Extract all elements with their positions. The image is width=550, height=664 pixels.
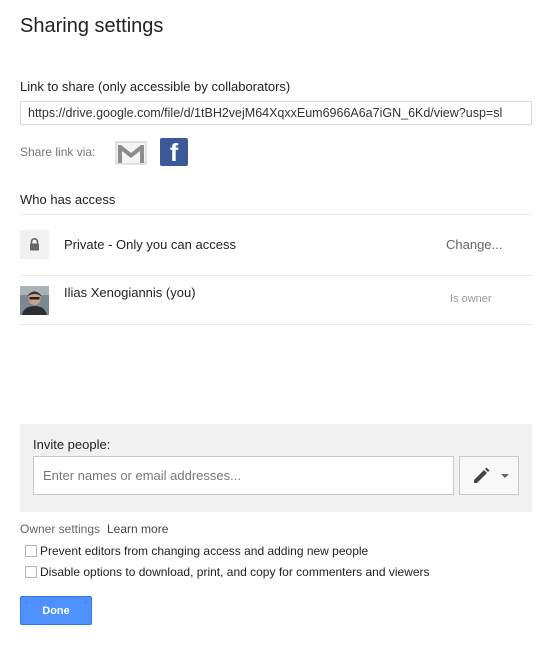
learn-more-link[interactable]: Learn more — [107, 522, 168, 536]
divider — [20, 324, 532, 325]
done-button[interactable]: Done — [20, 596, 92, 625]
permission-dropdown-button[interactable] — [459, 456, 519, 495]
gmail-icon[interactable] — [115, 140, 147, 166]
divider — [20, 275, 532, 276]
lock-icon — [20, 230, 49, 259]
facebook-glyph: f — [169, 139, 179, 167]
chevron-down-icon — [501, 474, 509, 478]
owner-role: Is owner — [450, 293, 492, 305]
pencil-icon — [474, 467, 490, 483]
change-access-link[interactable]: Change... — [446, 237, 502, 252]
prevent-editors-label: Prevent editors from changing access and… — [40, 544, 369, 558]
access-level-text: Private - Only you can access — [64, 237, 236, 252]
disable-download-label: Disable options to download, print, and … — [40, 565, 430, 579]
owner-name: Ilias Xenogiannis (you) — [64, 285, 196, 300]
invite-label: Invite people: — [33, 437, 111, 452]
dialog-title: Sharing settings — [20, 15, 164, 37]
prevent-editors-checkbox[interactable] — [25, 545, 37, 557]
who-has-access-label: Who has access — [20, 192, 116, 207]
facebook-icon[interactable]: f — [160, 138, 188, 167]
divider — [20, 214, 532, 215]
link-label: Link to share (only accessible by collab… — [20, 79, 291, 94]
share-via-label: Share link via: — [20, 145, 96, 159]
invite-panel: Invite people: — [20, 424, 532, 512]
avatar — [20, 286, 49, 315]
share-link-field[interactable]: https://drive.google.com/file/d/1tBH2vej… — [20, 101, 532, 125]
owner-settings-label: Owner settings — [20, 522, 101, 536]
disable-download-checkbox[interactable] — [25, 566, 37, 578]
invite-input[interactable] — [33, 456, 454, 495]
